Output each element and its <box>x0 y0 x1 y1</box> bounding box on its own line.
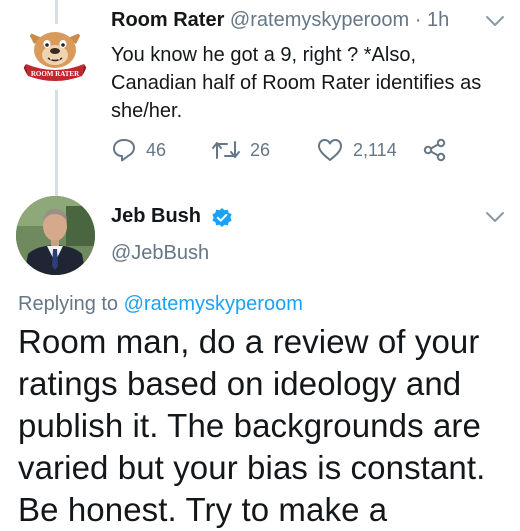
tweet1-handle[interactable]: @ratemyskyperoom <box>230 9 409 31</box>
reply-count: 46 <box>146 139 167 160</box>
replying-to-mention-link[interactable]: @ratemyskyperoom <box>124 293 303 315</box>
tweet1-separator: · <box>414 9 422 31</box>
tweet2-handle[interactable]: @JebBush <box>111 242 209 265</box>
tweet1-timestamp[interactable]: 1h <box>427 9 449 31</box>
tweet2-display-name[interactable]: Jeb Bush <box>111 205 201 228</box>
verified-badge-icon <box>212 208 232 227</box>
tweet2-text: Room man, do a review of your ratings ba… <box>18 323 486 528</box>
retweet-icon <box>212 141 240 159</box>
chevron-down-icon[interactable] <box>484 14 506 28</box>
reply-button[interactable]: 46 <box>111 137 166 163</box>
retweet-button[interactable]: 26 <box>211 137 270 163</box>
share-button[interactable] <box>422 137 448 163</box>
reply-icon <box>113 139 135 162</box>
share-icon <box>423 138 446 162</box>
bulldog-logo-icon: ROOM RATER <box>22 32 88 81</box>
like-button[interactable]: 2,114 <box>316 137 397 163</box>
avatar-banner-text: ROOM RATER <box>31 70 80 78</box>
tweet1-actions: 46 26 2,114 <box>111 137 451 165</box>
retweet-count: 26 <box>250 139 271 160</box>
heart-icon <box>318 139 342 161</box>
profile-photo-icon <box>16 196 95 275</box>
replying-to-label: Replying to <box>18 293 119 315</box>
replying-to-line: Replying to @ratemyskyperoom <box>18 293 303 316</box>
like-count: 2,114 <box>353 139 397 160</box>
chevron-down-icon[interactable] <box>484 210 506 224</box>
room-rater-avatar[interactable]: ROOM RATER <box>22 24 88 90</box>
tweet1-header: Room Rater @ratemyskyperoom · 1h <box>111 9 449 32</box>
jeb-bush-avatar[interactable] <box>16 196 95 275</box>
tweet1-display-name[interactable]: Room Rater <box>111 9 224 31</box>
tweet1-text: You know he got a 9, right ? *Also, Cana… <box>111 44 482 122</box>
